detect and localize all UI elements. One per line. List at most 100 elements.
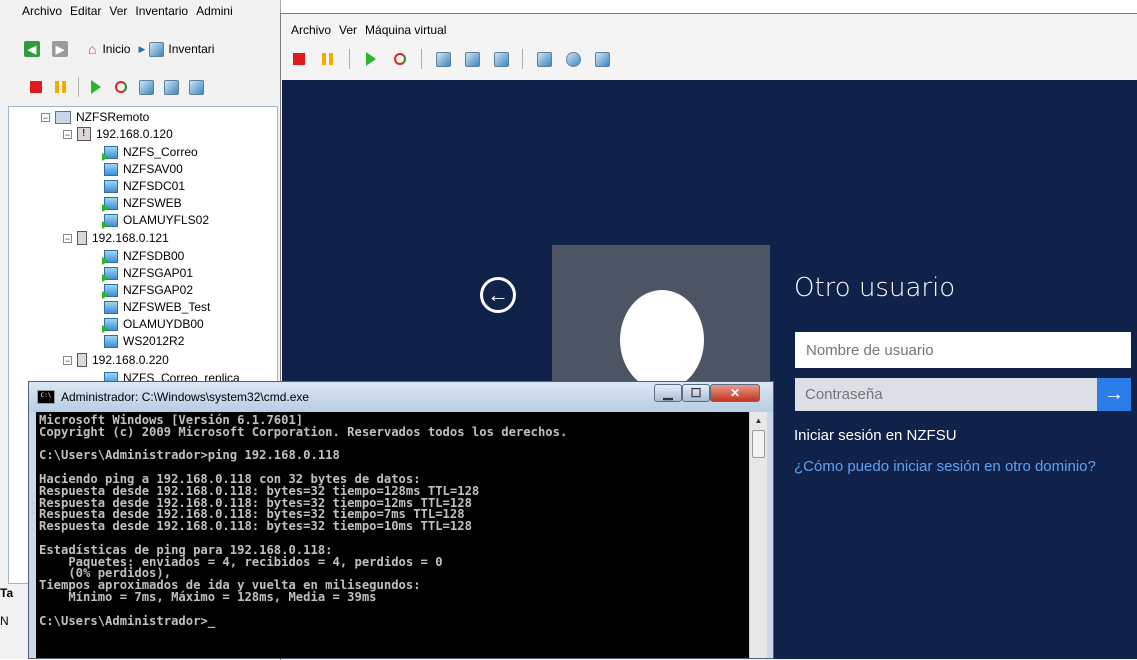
vm-powered-on-icon	[102, 213, 118, 229]
power-off-icon[interactable]	[291, 51, 307, 67]
back-arrow-icon[interactable]: ◀	[24, 41, 40, 57]
cd-dvd-icon[interactable]	[565, 51, 581, 67]
tab-fragment[interactable]: Ta	[0, 586, 13, 600]
host-icon	[77, 231, 87, 245]
tree-vm[interactable]: NZFS_Correo	[102, 145, 198, 161]
vm-powered-on-icon	[102, 145, 118, 161]
menu-archivo[interactable]: Archivo	[22, 4, 62, 18]
forward-arrow-icon[interactable]: ▶	[52, 41, 68, 57]
tree-node-label: NZFSGAP02	[123, 283, 194, 297]
minimize-button[interactable]: ▁	[654, 384, 682, 402]
cmd-scrollbar[interactable]: ▲	[749, 412, 767, 658]
maximize-button[interactable]: ☐	[682, 384, 710, 402]
scroll-up-icon[interactable]: ▲	[750, 412, 767, 429]
breadcrumb-inventario[interactable]: Inventari	[168, 42, 214, 56]
suspend-icon[interactable]	[320, 51, 336, 67]
tree-vm[interactable]: NZFSWEB_Test	[104, 300, 210, 314]
back-arrow-icon[interactable]: ←	[480, 277, 516, 313]
tree-vm[interactable]: NZFSDB00	[102, 249, 185, 265]
tree-vm[interactable]: NZFSAV00	[104, 162, 183, 176]
menu-administracion[interactable]: Admini	[196, 4, 233, 18]
menu-maquina-virtual[interactable]: Máquina virtual	[365, 23, 446, 37]
password-field[interactable]	[795, 378, 1097, 411]
tree-vm[interactable]: NZFSDC01	[104, 179, 185, 193]
vm-settings-icon[interactable]	[536, 51, 552, 67]
cmd-output: Microsoft Windows [Versión 6.1.7601] Cop…	[39, 413, 568, 628]
revert-snapshot-icon[interactable]	[163, 79, 179, 95]
toolbar-separator	[522, 49, 523, 69]
snapshot-manager-icon[interactable]	[188, 79, 204, 95]
tree-vm[interactable]: NZFSWEB	[102, 196, 182, 212]
home-icon[interactable]: ⌂	[88, 41, 96, 57]
tree-vm[interactable]: OLAMUYFLS02	[102, 213, 209, 229]
tree-node-label: NZFSDC01	[123, 179, 186, 193]
collapse-icon[interactable]: −	[63, 355, 72, 365]
tree-node-label: NZFSRemoto	[76, 110, 150, 124]
host-warning-icon	[77, 127, 91, 141]
vsphere-toolbar	[0, 74, 204, 100]
tree-vm[interactable]: WS2012R2	[104, 334, 184, 348]
tree-node-label: WS2012R2	[123, 334, 185, 348]
submit-arrow-icon[interactable]: →	[1097, 378, 1131, 411]
toolbar-separator	[78, 77, 79, 97]
username-field[interactable]	[795, 332, 1131, 368]
tree-node-label: NZFSWEB	[123, 196, 182, 210]
host-icon	[77, 353, 87, 367]
tree-node-label: NZFSWEB_Test	[123, 300, 211, 314]
inventory-icon	[149, 41, 165, 57]
tree-host[interactable]: − 192.168.0.120	[63, 127, 173, 141]
vm-icon	[104, 162, 118, 176]
menu-editar[interactable]: Editar	[70, 4, 101, 18]
collapse-icon[interactable]: −	[63, 129, 72, 139]
other-domain-link[interactable]: ¿Cómo puedo iniciar sesión en otro domin…	[794, 458, 1096, 475]
vm-powered-on-icon	[102, 283, 118, 299]
suspend-icon[interactable]	[53, 79, 69, 95]
cmd-console[interactable]: Microsoft Windows [Versión 6.1.7601] Cop…	[36, 412, 749, 658]
collapse-icon[interactable]: −	[41, 112, 50, 122]
tree-node-label: NZFSAV00	[123, 162, 183, 176]
menu-ver[interactable]: Ver	[339, 23, 357, 37]
vm-powered-on-icon	[102, 249, 118, 265]
vm-powered-on-icon	[102, 317, 118, 333]
datacenter-icon	[55, 110, 71, 124]
close-button[interactable]: ✕	[710, 384, 760, 402]
snapshot-icon[interactable]	[138, 79, 154, 95]
connect-devices-icon[interactable]	[594, 51, 610, 67]
console-menubar: Archivo Ver Máquina virtual	[281, 14, 1137, 46]
menu-archivo[interactable]: Archivo	[291, 23, 331, 37]
tree-node-label: 192.168.0.121	[92, 231, 169, 245]
breadcrumb-inicio[interactable]: Inicio	[102, 42, 130, 56]
power-on-icon[interactable]	[363, 51, 379, 67]
breadcrumb-separator-icon: ▶	[138, 43, 146, 54]
reset-icon[interactable]	[392, 51, 408, 67]
tree-datacenter[interactable]: − NZFSRemoto	[41, 110, 149, 124]
tree-host[interactable]: − 192.168.0.220	[63, 353, 169, 367]
reset-icon[interactable]	[113, 79, 129, 95]
revert-snapshot-icon[interactable]	[464, 51, 480, 67]
avatar-head-shape	[620, 290, 704, 390]
vm-icon	[104, 334, 118, 348]
snapshot-icon[interactable]	[435, 51, 451, 67]
power-off-icon[interactable]	[28, 79, 44, 95]
tree-host[interactable]: − 192.168.0.121	[63, 231, 169, 245]
cmd-titlebar[interactable]: C:\ Administrador: C:\Windows\system32\c…	[29, 382, 773, 412]
tree-node-label: 192.168.0.120	[96, 127, 173, 141]
tree-vm[interactable]: OLAMUYDB00	[102, 317, 204, 333]
tree-node-label: OLAMUYDB00	[123, 317, 204, 331]
tree-node-label: NZFSGAP01	[123, 266, 194, 280]
vm-icon	[104, 179, 118, 193]
cmd-app-icon: C:\	[37, 390, 55, 404]
vsphere-menubar: Archivo Editar Ver Inventario Admini	[0, 0, 280, 22]
scroll-thumb[interactable]	[752, 430, 765, 458]
collapse-icon[interactable]: −	[63, 233, 72, 243]
snapshot-manager-icon[interactable]	[493, 51, 509, 67]
power-on-icon[interactable]	[88, 79, 104, 95]
menu-ver[interactable]: Ver	[109, 4, 127, 18]
tree-vm[interactable]: NZFSGAP02	[102, 283, 194, 299]
tree-vm[interactable]: NZFSGAP01	[102, 266, 194, 282]
vm-icon	[104, 300, 118, 314]
menu-inventario[interactable]: Inventario	[135, 4, 188, 18]
toolbar-separator	[349, 49, 350, 69]
vm-powered-on-icon	[102, 196, 118, 212]
tree-node-label: NZFSDB00	[123, 249, 185, 263]
